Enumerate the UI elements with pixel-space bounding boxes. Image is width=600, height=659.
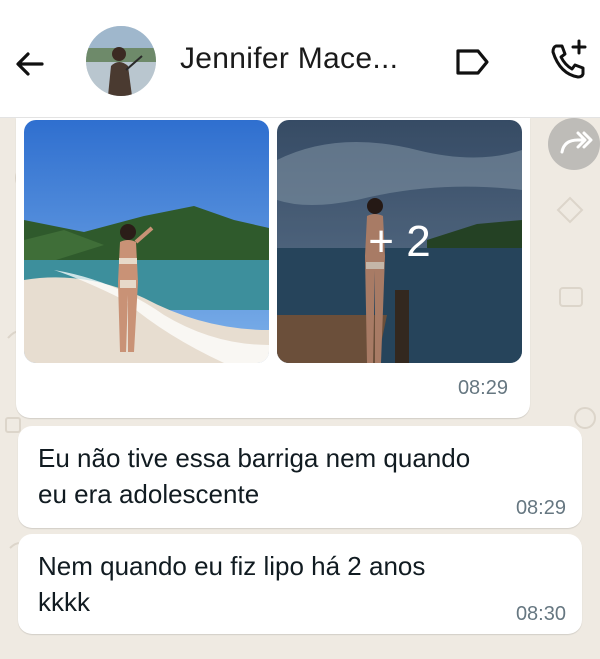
contact-name[interactable]: Jennifer Mace...	[180, 42, 398, 76]
beach-photo	[24, 120, 269, 363]
text-message-bubble[interactable]: Eu não tive essa barriga nem quando eu e…	[18, 426, 582, 528]
label-icon	[456, 49, 489, 75]
label-button[interactable]	[452, 44, 492, 80]
message-timestamp: 08:30	[515, 603, 566, 625]
forward-icon	[560, 131, 593, 154]
back-button[interactable]	[10, 44, 50, 84]
media-message-bubble[interactable]: + 2 08:29	[16, 118, 530, 418]
message-line: Eu não tive essa barriga nem quando	[38, 443, 471, 473]
message-timestamp: 08:29	[515, 497, 566, 519]
forward-button[interactable]	[548, 118, 600, 170]
avatar-photo	[86, 26, 156, 96]
message-line: kkkk	[38, 587, 90, 617]
more-photos-count[interactable]: + 2	[277, 120, 522, 363]
message-line: eu era adolescente	[38, 479, 260, 509]
chat-header: Jennifer Mace...	[0, 0, 600, 118]
add-call-button[interactable]	[546, 38, 590, 82]
message-text: Eu não tive essa barriga nem quando eu e…	[38, 440, 470, 512]
shared-photo-1[interactable]	[24, 120, 269, 363]
add-call-icon	[551, 39, 587, 79]
shared-photo-2[interactable]: + 2	[277, 120, 522, 363]
back-arrow-icon	[16, 52, 44, 76]
message-timestamp: 08:29	[457, 377, 508, 399]
contact-avatar[interactable]	[86, 26, 156, 96]
text-message-bubble[interactable]: Nem quando eu fiz lipo há 2 anos kkkk 08…	[18, 534, 582, 634]
chat-area[interactable]: + 2 08:29 Eu não tive essa barriga nem q…	[0, 118, 600, 659]
message-text: Nem quando eu fiz lipo há 2 anos kkkk	[38, 548, 425, 620]
message-line: Nem quando eu fiz lipo há 2 anos	[38, 551, 426, 581]
